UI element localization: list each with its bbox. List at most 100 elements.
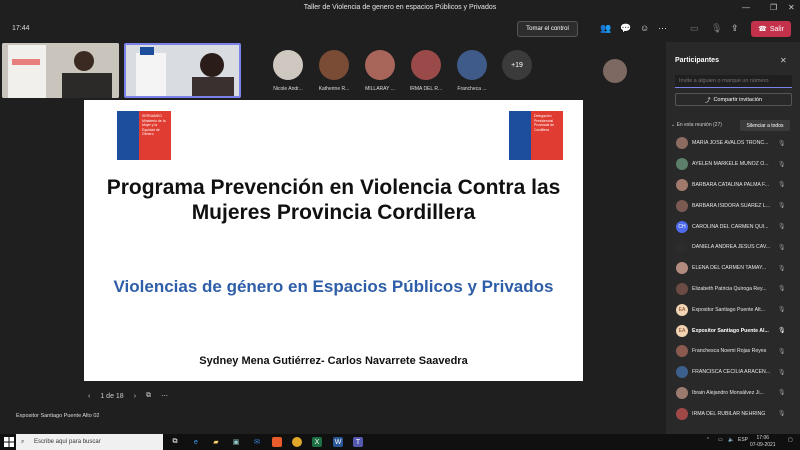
list-item[interactable]: Elizabeth Patricia Quiroga Rey... 🎙 (666, 279, 800, 300)
list-item[interactable]: AYELEN MARKELE MUÑOZ O... 🎙 (666, 154, 800, 175)
window-title: Taller de Violencia de genero en espacio… (303, 4, 497, 11)
mail-icon[interactable]: ✉ (252, 437, 262, 447)
list-item[interactable]: DANIELA ANDREA JESÚS CAV... 🎙 (666, 237, 800, 258)
avatar (676, 345, 688, 358)
minimize-icon[interactable]: — (742, 3, 750, 12)
mic-muted-icon: 🎙 (778, 182, 786, 189)
avatar (676, 199, 688, 212)
close-panel-icon[interactable]: ✕ (780, 56, 787, 65)
file-explorer-icon[interactable]: ▰ (211, 437, 221, 447)
store-icon[interactable]: ▣ (231, 437, 241, 447)
participants-icon[interactable]: 👥 (600, 23, 611, 34)
avatar (676, 158, 688, 171)
prev-slide-icon[interactable]: ‹ (88, 393, 90, 400)
avatar[interactable]: Katherine R... (314, 50, 354, 92)
list-item[interactable]: Franchesca Noemi Rojas Reyes 🎙 (666, 341, 800, 362)
list-item[interactable]: ELENA DEL CARMEN TAMAY... 🎙 (666, 258, 800, 279)
mic-muted-icon: 🎙 (778, 244, 786, 251)
sernameg-logo: SERNAMEG Ministerio de la Mujer y la Equ… (117, 111, 171, 160)
list-item[interactable]: IRMA DEL RUBILAR NEHRING 🎙 (666, 403, 800, 424)
taskbar-search[interactable]: ⌕ Escribe aquí para buscar (16, 434, 163, 450)
more-options-icon[interactable]: ⋯ (658, 23, 667, 34)
app-icon[interactable] (272, 437, 282, 447)
self-avatar (603, 59, 627, 83)
presenter-label: Expositor Santiago Puente Alto 02 (16, 413, 100, 419)
avatar (676, 241, 688, 254)
avatar (676, 407, 688, 420)
network-icon[interactable]: ▭ (718, 437, 723, 443)
video-tile-speaker-1[interactable] (2, 43, 119, 98)
list-item[interactable]: BÁRBARA ISIDORA SUÁREZ L... 🎙 (666, 195, 800, 216)
avatar: EA (676, 303, 688, 316)
mic-muted-icon: 🎙 (778, 203, 786, 210)
taskbar: ⌕ Escribe aquí para buscar ⧉ e ▰ ▣ ✉ X W… (0, 434, 800, 450)
chat-icon[interactable]: 💬 (620, 23, 631, 34)
next-slide-icon[interactable]: › (134, 393, 136, 400)
mic-muted-icon: 🎙 (778, 161, 786, 168)
leave-button[interactable]: ☎ Salir (751, 21, 791, 37)
meeting-stage: Nicole Andr... Katherine R... MILLARAY .… (0, 42, 666, 434)
avatar[interactable]: MILLARAY ... (360, 50, 400, 92)
participant-list: MARIA JOSE AVALOS TRONC... 🎙 AYELEN MARKE… (666, 133, 800, 424)
mic-off-icon[interactable]: 🎙 (711, 23, 722, 34)
chrome-icon[interactable] (292, 437, 302, 447)
participants-panel: Participantes ✕ ⤴ Compartir invitación ⌄… (666, 42, 800, 434)
maximize-icon[interactable]: ❐ (770, 3, 777, 12)
take-control-button[interactable]: Tomar el control (517, 21, 578, 37)
clock[interactable]: 17:06 07-09-2021 (750, 435, 776, 449)
grid-view-icon[interactable]: ⧉ (146, 392, 151, 400)
phone-icon: ☎ (758, 26, 767, 33)
in-meeting-section[interactable]: ⌄ En esta reunión (27) (671, 122, 722, 128)
list-item[interactable]: CH CAROLINA DEL CARMEN QUI... 🎙 (666, 216, 800, 237)
more-participants-badge[interactable]: +19 (502, 50, 532, 80)
avatar[interactable]: IRMA DEL R... (406, 50, 446, 92)
meeting-controls-bar: 17:44 Tomar el control 👥 💬 ☺ ⋯ ▭ 🎙 ⇪ ☎ S… (0, 18, 800, 42)
slide-more-icon[interactable]: ⋯ (161, 392, 168, 400)
list-item[interactable]: BÁRBARA CATALINA PALMA F... 🎙 (666, 175, 800, 196)
share-screen-icon[interactable]: ⇪ (731, 23, 739, 34)
slide-counter: 1 de 18 (100, 392, 124, 400)
edge-icon[interactable]: e (191, 437, 201, 447)
word-icon[interactable]: W (333, 437, 343, 447)
task-view-icon[interactable]: ⧉ (170, 437, 180, 447)
avatar (676, 282, 688, 295)
list-item[interactable]: EA Expositor Santiago Puente Al... 🎙 (666, 320, 800, 341)
slide-subtitle: Violencias de género en Espacios Público… (113, 277, 554, 296)
mic-muted-icon: 🎙 (778, 265, 786, 272)
slide-navigation: ‹ 1 de 18 › ⧉ ⋯ (88, 389, 168, 403)
reactions-icon[interactable]: ☺ (640, 23, 649, 33)
list-item[interactable]: Ibrain Alejandro Monsálvez Ji... 🎙 (666, 383, 800, 404)
mic-muted-icon: 🎙 (778, 224, 786, 231)
mic-muted-icon: 🎙 (778, 286, 786, 293)
list-item[interactable]: FRANCISCA CECILIA ARACEN... 🎙 (666, 362, 800, 383)
avatar: EA (676, 324, 688, 337)
avatar[interactable]: Nicole Andr... (268, 50, 308, 92)
video-tile-speaker-2[interactable] (124, 43, 241, 98)
excel-icon[interactable]: X (312, 437, 322, 447)
camera-off-icon[interactable]: ▭ (690, 23, 699, 34)
share-invite-button[interactable]: ⤴ Compartir invitación (675, 93, 792, 106)
avatar[interactable]: Francheca ... (452, 50, 492, 92)
windows-start-icon[interactable] (4, 437, 14, 447)
mute-all-button[interactable]: Silenciar a todos (740, 120, 790, 131)
search-icon: ⌕ (21, 438, 25, 445)
slide-title: Programa Prevención en Violencia Contra … (106, 176, 561, 224)
avatar (676, 366, 688, 379)
mic-muted-icon: 🎙 (778, 411, 786, 418)
tray-chevron-icon[interactable]: ⌃ (706, 437, 710, 443)
avatar (676, 137, 688, 150)
meeting-time: 17:44 (12, 25, 30, 32)
list-item[interactable]: MARIA JOSE AVALOS TRONC... 🎙 (666, 133, 800, 154)
list-item[interactable]: EA Expositor Santiago Puente Alt... 🎙 (666, 299, 800, 320)
close-icon[interactable]: ✕ (788, 3, 795, 12)
delegacion-logo: Delegación Presidencial Provincial de Co… (509, 111, 563, 160)
mic-muted-icon: 🎙 (778, 140, 786, 147)
invite-input[interactable] (675, 75, 792, 88)
teams-icon[interactable]: T (353, 437, 363, 447)
video-feed-2 (126, 45, 239, 96)
notifications-icon[interactable]: ▢ (788, 437, 793, 443)
mic-on-icon: 🎙 (778, 328, 786, 335)
video-feed-1 (2, 43, 119, 98)
language-indicator[interactable]: ESP (738, 437, 748, 443)
volume-icon[interactable]: 🔈 (728, 437, 734, 443)
